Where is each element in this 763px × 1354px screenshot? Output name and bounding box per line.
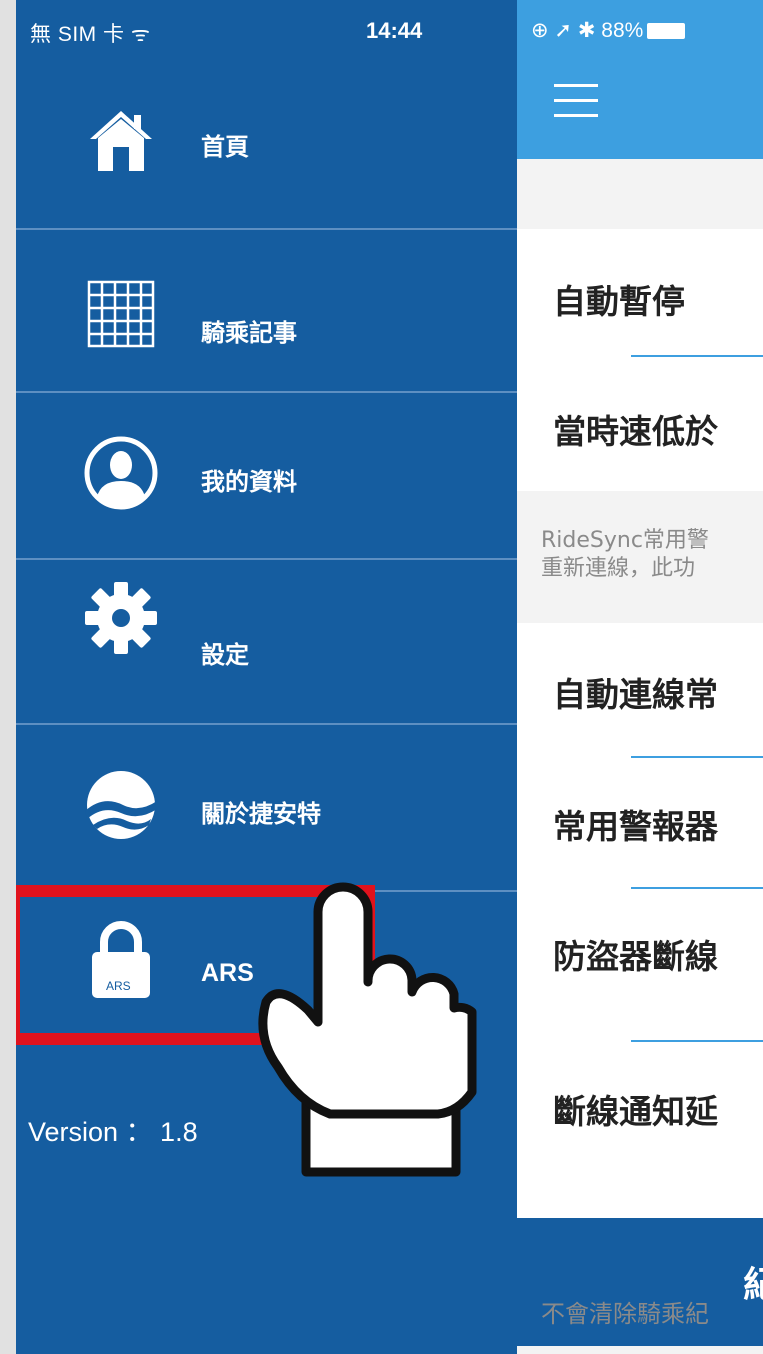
pointing-hand-icon [258, 882, 477, 1177]
row-separator [631, 887, 763, 889]
status-time: 14:44 [366, 18, 423, 43]
description-line: 重新連線，此功 [541, 556, 696, 581]
row-separator [631, 355, 763, 357]
setting-row-label[interactable]: 當時速低於 [553, 405, 718, 453]
sidebar-item-label: 設定 [201, 641, 249, 669]
calendar-grid-icon [82, 275, 160, 353]
sidebar-item-riding-records[interactable]: 騎乘記事 [16, 229, 517, 391]
profile-icon [82, 434, 160, 512]
sidebar-item-label: 首頁 [201, 133, 249, 161]
sidebar-item-label: 關於捷安特 [201, 800, 321, 828]
status-right-icons: ⊕ ➚ ✱ 88% [531, 18, 686, 43]
gear-icon [82, 579, 160, 657]
battery-icon [647, 23, 686, 40]
setting-row-label[interactable]: 斷線通知延 [553, 1085, 718, 1133]
footer-note: 不會清除騎乘紀 [541, 1300, 709, 1328]
sidebar-item-label: 騎乘記事 [201, 319, 297, 347]
hamburger-menu-icon[interactable] [554, 84, 598, 129]
app-window: 無 SIM 卡 ᯤ 14:44 首頁 騎乘記事 我的資料 設定 關於捷安特 AR… [16, 0, 763, 1354]
home-icon [82, 101, 160, 179]
clear-data-button-label: 紀 [743, 1265, 763, 1306]
settings-panel: ⊕ ➚ ✱ 88% 自動暫停 當時速低於 RideSync常用警 重新連線，此功… [517, 0, 763, 1354]
brand-logo-icon [82, 766, 160, 844]
sidebar-item-label: 我的資料 [201, 468, 297, 496]
row-separator [631, 756, 763, 758]
status-carrier: 無 SIM 卡 ᯤ [30, 23, 151, 46]
version-label: Version ： 1.8 [28, 1117, 198, 1147]
sidebar-item-my-profile[interactable]: 我的資料 [16, 392, 517, 554]
setting-row-label[interactable]: 自動連線常 [553, 668, 718, 716]
top-nav-bar: ⊕ ➚ ✱ 88% [517, 0, 763, 159]
setting-row-label[interactable]: 自動暫停 [553, 275, 685, 323]
setting-row-label[interactable]: 常用警報器 [553, 800, 718, 848]
sidebar-item-home[interactable]: 首頁 [16, 67, 517, 229]
row-separator [631, 1040, 763, 1042]
setting-row-label[interactable]: 防盜器斷線 [553, 930, 718, 978]
sidebar-item-settings[interactable]: 設定 [16, 559, 517, 721]
description-line: RideSync常用警 [541, 528, 709, 553]
